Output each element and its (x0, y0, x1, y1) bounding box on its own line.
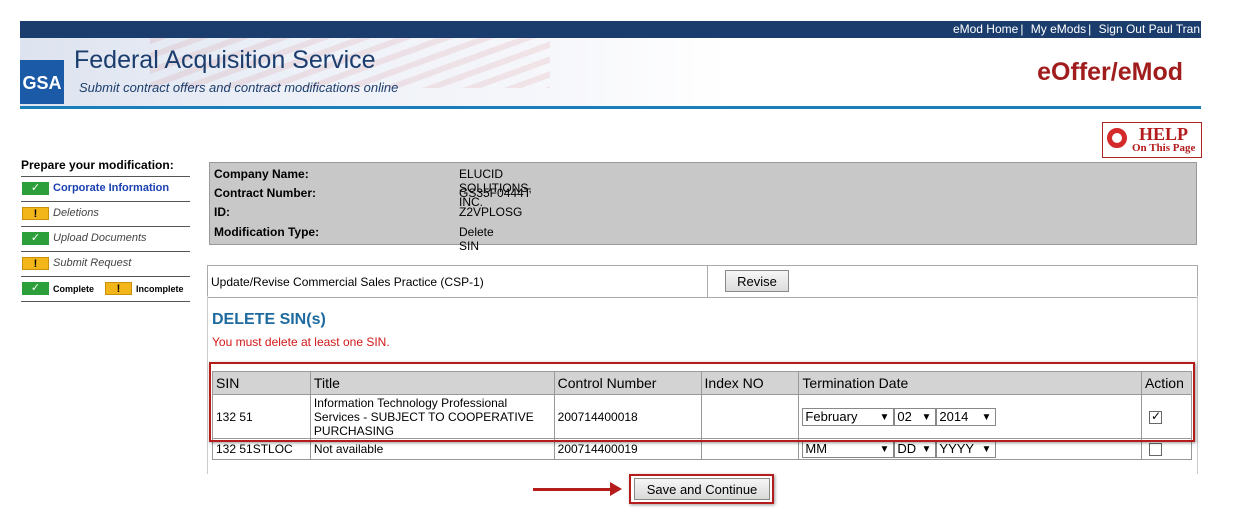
month-select[interactable]: MM ▼ (802, 440, 895, 458)
site-subtitle: Submit contract offers and contract modi… (79, 80, 399, 95)
day-select[interactable]: 02 ▼ (894, 407, 937, 426)
sin-table: SIN Title Control Number Index NO Termin… (212, 371, 1193, 460)
save-and-continue-button[interactable]: Save and Continue (634, 478, 770, 500)
revise-button[interactable]: Revise (725, 270, 789, 292)
gsa-logo[interactable]: GSA (20, 60, 64, 104)
delete-checkbox[interactable] (1148, 443, 1162, 457)
month-value: February (805, 408, 858, 424)
cell-title: Information Technology Professional Serv… (309, 394, 555, 439)
check-icon: ✓ (22, 232, 49, 245)
column-header-sin: SIN (212, 371, 311, 395)
info-key: ID: (214, 205, 230, 219)
check-icon: ✓ (22, 282, 49, 295)
chevron-down-icon: ▼ (921, 444, 932, 455)
step-submit-request[interactable]: ! Submit Request (21, 252, 190, 277)
chevron-down-icon: ▼ (921, 411, 932, 423)
status-legend: ✓ Complete ! Incomplete (21, 277, 190, 302)
chevron-down-icon: ▼ (879, 411, 890, 423)
arrow-head-icon (610, 482, 622, 496)
delete-checkbox[interactable]: ✓ (1148, 408, 1162, 424)
step-corporate-information[interactable]: ✓ Corporate Information (21, 177, 190, 202)
check-icon: ✓ (22, 182, 49, 195)
warning-icon: ! (105, 282, 132, 295)
step-deletions[interactable]: ! Deletions (21, 202, 190, 227)
warning-icon: ! (22, 257, 49, 270)
cell-termination-date: MM ▼ DD ▼ YYYY ▼ (798, 438, 1142, 460)
legend-complete: Complete (53, 284, 95, 294)
divider (707, 266, 708, 297)
checkmark-icon: ✓ (1150, 408, 1162, 423)
cell-action (1140, 438, 1193, 460)
table-row: 132 51STLOC Not available 200714400019 M… (212, 438, 1193, 460)
link-separator: | (1088, 22, 1092, 36)
cell-sin: 132 51 (212, 394, 311, 439)
sidebar-heading: Prepare your modification: (21, 158, 190, 177)
year-select[interactable]: 2014 ▼ (936, 407, 997, 426)
cell-title: Not available (309, 438, 555, 460)
info-value: GS35F0444T (459, 186, 532, 200)
step-label: Submit Request (53, 257, 132, 269)
csp-row: Update/Revise Commercial Sales Practice … (207, 265, 1198, 298)
day-select[interactable]: DD ▼ (894, 440, 937, 458)
info-key: Modification Type: (214, 225, 320, 239)
day-value: DD (897, 441, 917, 456)
progress-sidebar: Prepare your modification: ✓ Corporate I… (21, 158, 190, 302)
column-header-termination-date: Termination Date (798, 371, 1142, 395)
column-header-index-no: Index NO (700, 371, 800, 395)
section-title: DELETE SIN(s) (212, 311, 326, 328)
day-value: 02 (897, 408, 912, 424)
help-sublabel: On This Page (1132, 142, 1196, 154)
top-links: eMod Home | My eMods | Sign Out Paul Tran (953, 22, 1200, 36)
warning-icon: ! (22, 207, 49, 220)
validation-message: You must delete at least one SIN. (212, 335, 390, 349)
cell-index-no (700, 438, 800, 460)
chevron-down-icon: ▼ (981, 411, 992, 423)
legend-incomplete: Incomplete (136, 284, 184, 294)
column-header-action: Action (1140, 371, 1193, 395)
cell-control-number: 200714400019 (553, 438, 702, 460)
emod-home-link[interactable]: eMod Home (953, 22, 1018, 36)
link-separator: | (1020, 22, 1024, 36)
column-header-title: Title (309, 371, 555, 395)
header-rule (20, 106, 1201, 109)
app-name: eOffer/eMod (1037, 58, 1183, 86)
help-button[interactable]: HELP On This Page (1102, 122, 1202, 158)
step-label: Corporate Information (53, 182, 170, 194)
month-value: MM (805, 441, 828, 456)
step-upload-documents[interactable]: ✓ Upload Documents (21, 227, 190, 252)
csp-label: Update/Revise Commercial Sales Practice … (211, 275, 484, 289)
table-header-row: SIN Title Control Number Index NO Termin… (212, 371, 1193, 395)
cell-action: ✓ (1140, 394, 1193, 439)
year-value: YYYY (939, 441, 975, 456)
cell-control-number: 200714400018 (553, 394, 702, 439)
year-value: 2014 (939, 408, 969, 424)
sign-out-link[interactable]: Sign Out Paul Tran (1099, 22, 1200, 36)
cell-termination-date: February ▼ 02 ▼ 2014 ▼ (798, 394, 1142, 439)
arrow-icon (533, 488, 613, 491)
table-row: 132 51 Information Technology Profession… (212, 394, 1193, 439)
column-header-control-number: Control Number (553, 371, 702, 395)
info-value: Z2VPLOSG (459, 205, 523, 219)
step-label: Deletions (53, 207, 99, 219)
chevron-down-icon: ▼ (981, 444, 992, 455)
info-key: Company Name: (214, 167, 309, 181)
chevron-down-icon: ▼ (879, 444, 890, 455)
info-value: Delete SIN (459, 225, 494, 253)
info-key: Contract Number: (214, 186, 317, 200)
my-emods-link[interactable]: My eMods (1031, 22, 1086, 36)
cell-sin: 132 51STLOC (212, 438, 311, 460)
cell-index-no (700, 394, 800, 439)
year-select[interactable]: YYYY ▼ (936, 440, 997, 458)
lifebuoy-icon (1107, 128, 1127, 148)
contract-info-panel: Company Name: ELUCID SOLUTIONS, INC. Con… (209, 162, 1197, 253)
month-select[interactable]: February ▼ (802, 407, 895, 426)
step-label: Upload Documents (53, 232, 147, 244)
site-title: Federal Acquisition Service (74, 46, 376, 74)
